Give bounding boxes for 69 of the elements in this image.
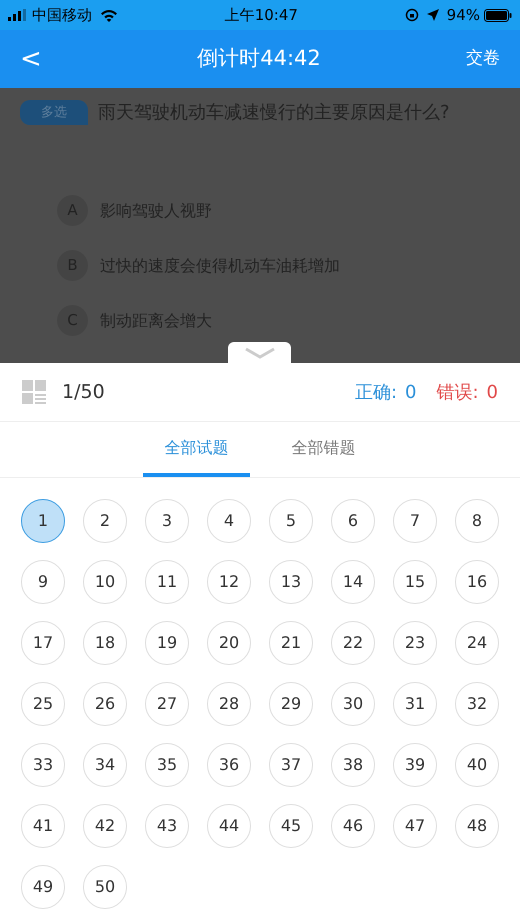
question-number[interactable]: 34 [83, 743, 127, 787]
question-number[interactable]: 40 [455, 743, 499, 787]
question-number[interactable]: 45 [269, 804, 313, 848]
question-number[interactable]: 9 [21, 560, 65, 604]
question-number[interactable]: 29 [269, 682, 313, 726]
collapse-handle[interactable] [228, 342, 291, 363]
question-number[interactable]: 37 [269, 743, 313, 787]
question-number[interactable]: 49 [21, 865, 65, 909]
question-number[interactable]: 17 [21, 621, 65, 665]
question-number[interactable]: 18 [83, 621, 127, 665]
question-number[interactable]: 24 [455, 621, 499, 665]
question-number[interactable]: 15 [393, 560, 437, 604]
question-number[interactable]: 11 [145, 560, 189, 604]
question-number[interactable]: 6 [331, 499, 375, 543]
tab[interactable]: 全部错题 [270, 422, 377, 477]
question-number[interactable]: 41 [21, 804, 65, 848]
question-number[interactable]: 47 [393, 804, 437, 848]
question-number[interactable]: 39 [393, 743, 437, 787]
question-number[interactable]: 10 [83, 560, 127, 604]
grid-list-icon [22, 380, 46, 404]
wrong-count: 0 [486, 380, 498, 404]
location-arrow-icon [426, 9, 439, 21]
rotation-lock-icon [404, 8, 419, 22]
question-number[interactable]: 44 [207, 804, 251, 848]
battery-percent: 94% [446, 4, 480, 26]
question-number[interactable]: 23 [393, 621, 437, 665]
correct-label: 正确: [354, 380, 398, 404]
question-number[interactable]: 46 [331, 804, 375, 848]
question-type-tag: 多选 [20, 100, 88, 125]
question-number[interactable]: 33 [21, 743, 65, 787]
question-number[interactable]: 4 [207, 499, 251, 543]
question-number[interactable]: 13 [269, 560, 313, 604]
countdown-title: 倒计时44:42 [196, 45, 322, 72]
question-number[interactable]: 19 [145, 621, 189, 665]
question-number[interactable]: 38 [331, 743, 375, 787]
question-number[interactable]: 32 [455, 682, 499, 726]
question-number[interactable]: 3 [145, 499, 189, 543]
question-number[interactable]: 20 [207, 621, 251, 665]
question-number[interactable]: 26 [83, 682, 127, 726]
question-number[interactable]: 31 [393, 682, 437, 726]
question-number[interactable]: 42 [83, 804, 127, 848]
question-number[interactable]: 5 [269, 499, 313, 543]
question-number[interactable]: 36 [207, 743, 251, 787]
question-number[interactable]: 2 [83, 499, 127, 543]
signal-icon [8, 9, 28, 21]
question-number[interactable]: 30 [331, 682, 375, 726]
carrier-name: 中国移动 [32, 4, 92, 26]
question-number[interactable]: 16 [455, 560, 499, 604]
question-number[interactable]: 50 [83, 865, 127, 909]
wifi-icon [100, 8, 118, 22]
wrong-label: 错误: [436, 380, 479, 404]
question-number[interactable]: 12 [207, 560, 251, 604]
question-number[interactable]: 27 [145, 682, 189, 726]
question-number[interactable]: 21 [269, 621, 313, 665]
question-number[interactable]: 7 [393, 499, 437, 543]
status-time: 上午10:47 [224, 4, 299, 26]
question-number[interactable]: 35 [145, 743, 189, 787]
question-number[interactable]: 1 [21, 499, 65, 543]
question-number[interactable]: 43 [145, 804, 189, 848]
question-number[interactable]: 48 [455, 804, 499, 848]
progress-count: 1/50 [62, 380, 106, 405]
battery-icon [484, 8, 512, 22]
question-number[interactable]: 8 [455, 499, 499, 543]
question-number[interactable]: 14 [331, 560, 375, 604]
question-number[interactable]: 25 [21, 682, 65, 726]
correct-count: 0 [405, 380, 416, 404]
question-number[interactable]: 22 [331, 621, 375, 665]
chevron-down-icon [244, 346, 276, 358]
question-number[interactable]: 28 [207, 682, 251, 726]
